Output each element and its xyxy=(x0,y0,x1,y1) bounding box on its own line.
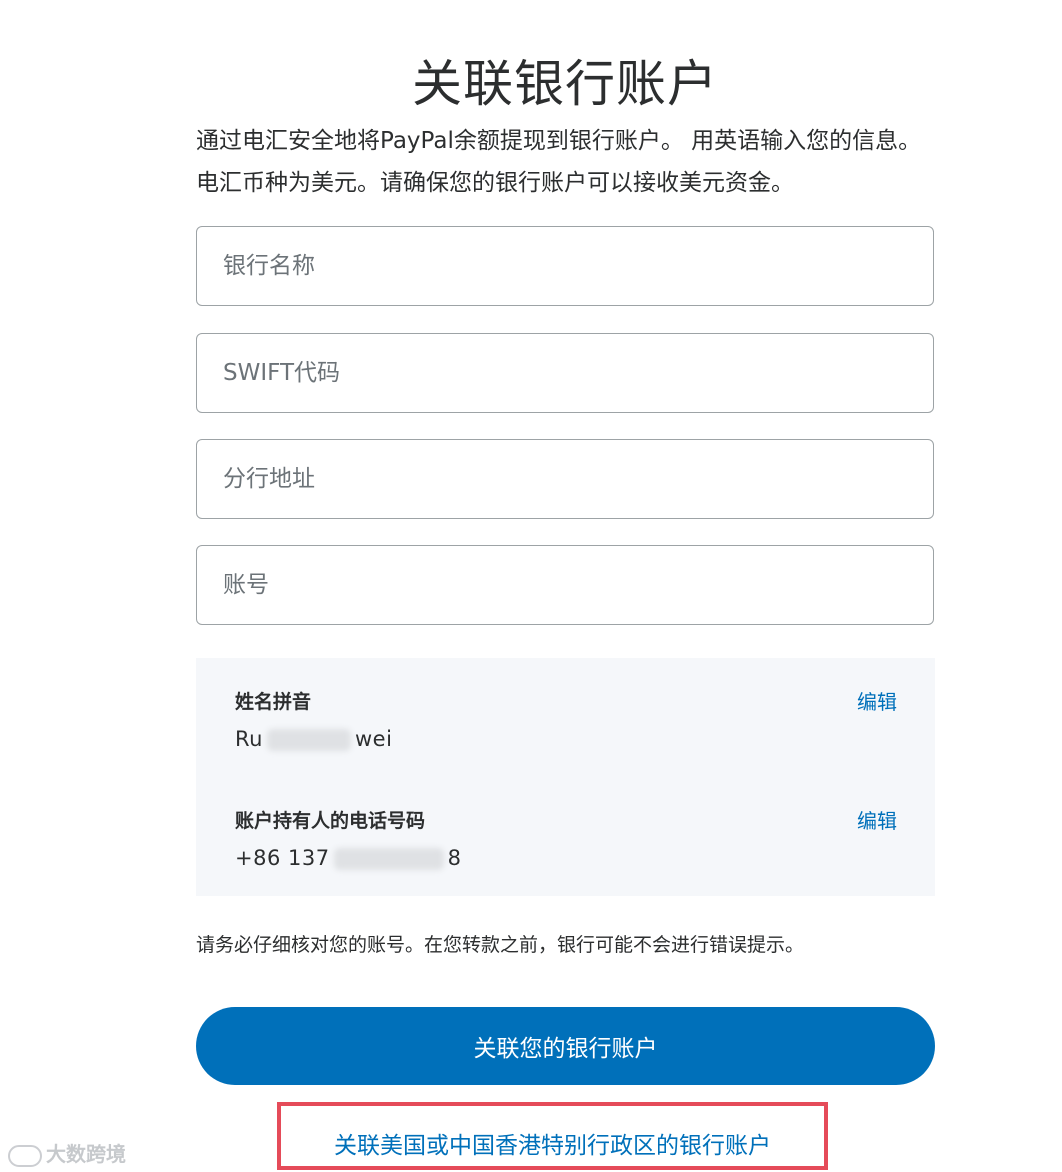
phone-label: 账户持有人的电话号码 xyxy=(235,810,426,832)
account-holder-info-panel: 姓名拼音 编辑 Ru wei 账户持有人的电话号码 编辑 +86 137 8 xyxy=(196,658,935,896)
watermark-text: 大数跨境 xyxy=(46,1142,126,1166)
name-suffix: wei xyxy=(354,727,393,751)
page-title: 关联银行账户 xyxy=(412,54,718,113)
redacted-phone xyxy=(330,848,448,870)
bank-name-input[interactable] xyxy=(197,227,933,305)
link-bank-account-button[interactable]: 关联您的银行账户 xyxy=(196,1007,935,1085)
watermark: 大数跨境 xyxy=(8,1138,126,1167)
phone-suffix: 8 xyxy=(447,846,462,870)
account-number-field[interactable] xyxy=(196,545,934,625)
redacted-name xyxy=(263,729,355,751)
edit-phone-link[interactable]: 编辑 xyxy=(857,805,897,834)
name-pinyin-label: 姓名拼音 xyxy=(235,691,312,713)
swift-code-input[interactable] xyxy=(197,334,933,412)
phone-prefix: +86 137 xyxy=(235,846,330,870)
swift-code-field[interactable] xyxy=(196,333,934,413)
link-us-hk-bank-account-link[interactable]: 关联美国或中国香港特别行政区的银行账户 xyxy=(277,1126,828,1160)
name-pinyin-value: Ru wei xyxy=(235,727,392,751)
intro-text: 通过电汇安全地将PayPal余额提现到银行账户。 用英语输入您的信息。电汇币种为… xyxy=(196,128,922,196)
branch-address-field[interactable] xyxy=(196,439,934,519)
branch-address-input[interactable] xyxy=(197,440,933,518)
edit-name-link[interactable]: 编辑 xyxy=(857,686,897,715)
watermark-logo-icon xyxy=(8,1144,42,1167)
verification-notice: 请务必仔细核对您的账号。在您转款之前，银行可能不会进行错误提示。 xyxy=(196,934,805,956)
bank-name-field[interactable] xyxy=(196,226,934,306)
name-prefix: Ru xyxy=(235,727,263,751)
phone-value: +86 137 8 xyxy=(235,846,461,870)
account-number-input[interactable] xyxy=(197,546,933,624)
